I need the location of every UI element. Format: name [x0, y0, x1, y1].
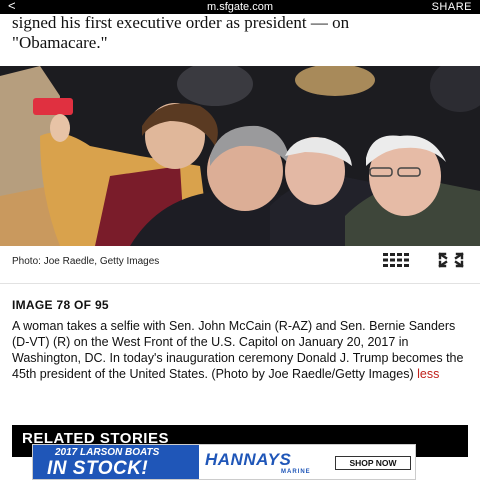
less-link[interactable]: less	[417, 367, 439, 381]
photo-description: A woman takes a selfie with Sen. John Mc…	[12, 318, 472, 382]
ad-left-panel: 2017 LARSON BOATS IN STOCK!	[33, 445, 199, 479]
share-button[interactable]: SHARE	[432, 1, 472, 13]
page-url: m.sfgate.com	[206, 1, 274, 13]
gallery-photo[interactable]	[0, 66, 480, 246]
ad-brand-sub: MARINE	[281, 469, 311, 475]
photo-illustration	[0, 66, 480, 246]
ad-brand-logo: HANNAYS	[205, 450, 292, 469]
browser-top-bar: < m.sfgate.com SHARE	[0, 0, 480, 14]
photo-credit: Photo: Joe Raedle, Getty Images	[12, 256, 160, 267]
ad-top-text: 2017 LARSON BOATS	[55, 447, 160, 458]
fullscreen-icon[interactable]	[438, 252, 464, 268]
article-line: signed his first executive order as pres…	[12, 13, 350, 32]
description-text: A woman takes a selfie with Sen. John Mc…	[12, 319, 464, 381]
image-counter: IMAGE 78 OF 95	[12, 298, 109, 312]
shop-now-button[interactable]: SHOP NOW	[335, 456, 411, 470]
article-body: signed his first executive order as pres…	[12, 13, 472, 53]
ad-banner[interactable]: 2017 LARSON BOATS IN STOCK! HANNAYS MARI…	[32, 444, 416, 480]
ad-main-text: IN STOCK!	[47, 458, 149, 479]
divider	[0, 283, 480, 284]
article-line: "Obamacare."	[12, 33, 108, 52]
grid-view-icon[interactable]	[382, 253, 410, 267]
